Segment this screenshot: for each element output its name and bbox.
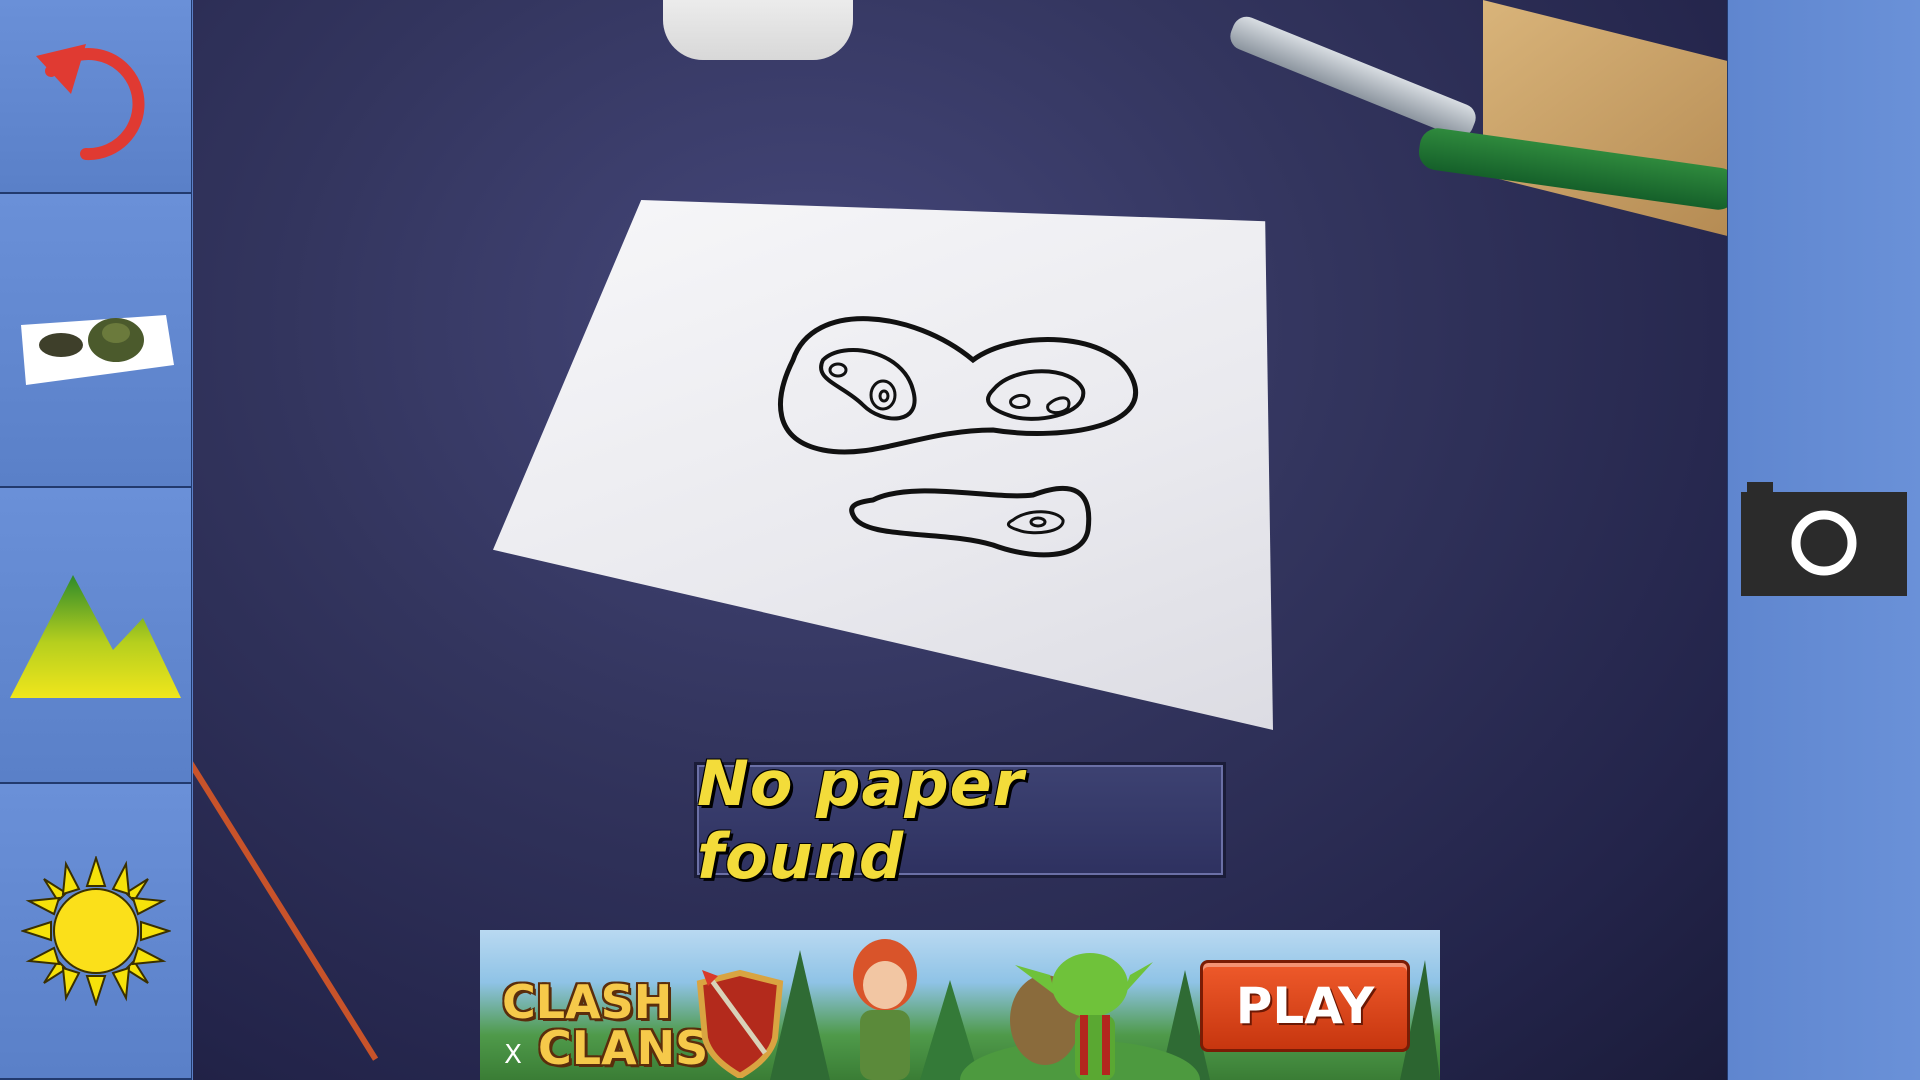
capture-button[interactable] bbox=[1741, 480, 1911, 596]
undo-icon bbox=[35, 44, 144, 161]
ad-play-button[interactable]: PLAY bbox=[1200, 960, 1410, 1052]
desk-cable bbox=[193, 701, 379, 1061]
ad-close-button[interactable]: X bbox=[498, 1040, 528, 1070]
ad-archer-character bbox=[853, 939, 917, 1080]
desk-cup bbox=[663, 0, 853, 60]
right-toolbar bbox=[1727, 0, 1920, 1080]
ad-banner[interactable]: CLASH CLANS X PLAY bbox=[480, 930, 1440, 1080]
shield-icon bbox=[696, 969, 784, 1078]
terrain-view-button[interactable] bbox=[0, 194, 192, 488]
mountain-icon bbox=[10, 575, 181, 698]
camera-viewport bbox=[193, 0, 1727, 1080]
undo-button[interactable] bbox=[0, 0, 192, 194]
ad-play-label: PLAY bbox=[1235, 977, 1375, 1035]
left-toolbar bbox=[0, 0, 193, 1080]
sun-icon bbox=[20, 856, 171, 1006]
lighting-button[interactable] bbox=[0, 784, 192, 1080]
camera-icon bbox=[1741, 482, 1907, 596]
contour-drawing bbox=[778, 316, 1138, 558]
status-message: No paper found bbox=[697, 747, 1025, 893]
ad-goblin-character bbox=[1010, 953, 1153, 1080]
terrain-paper-icon bbox=[20, 315, 174, 385]
mountain-view-button[interactable] bbox=[0, 488, 192, 784]
status-message-box: No paper found bbox=[694, 747, 1226, 893]
desk-clip bbox=[1226, 12, 1480, 142]
